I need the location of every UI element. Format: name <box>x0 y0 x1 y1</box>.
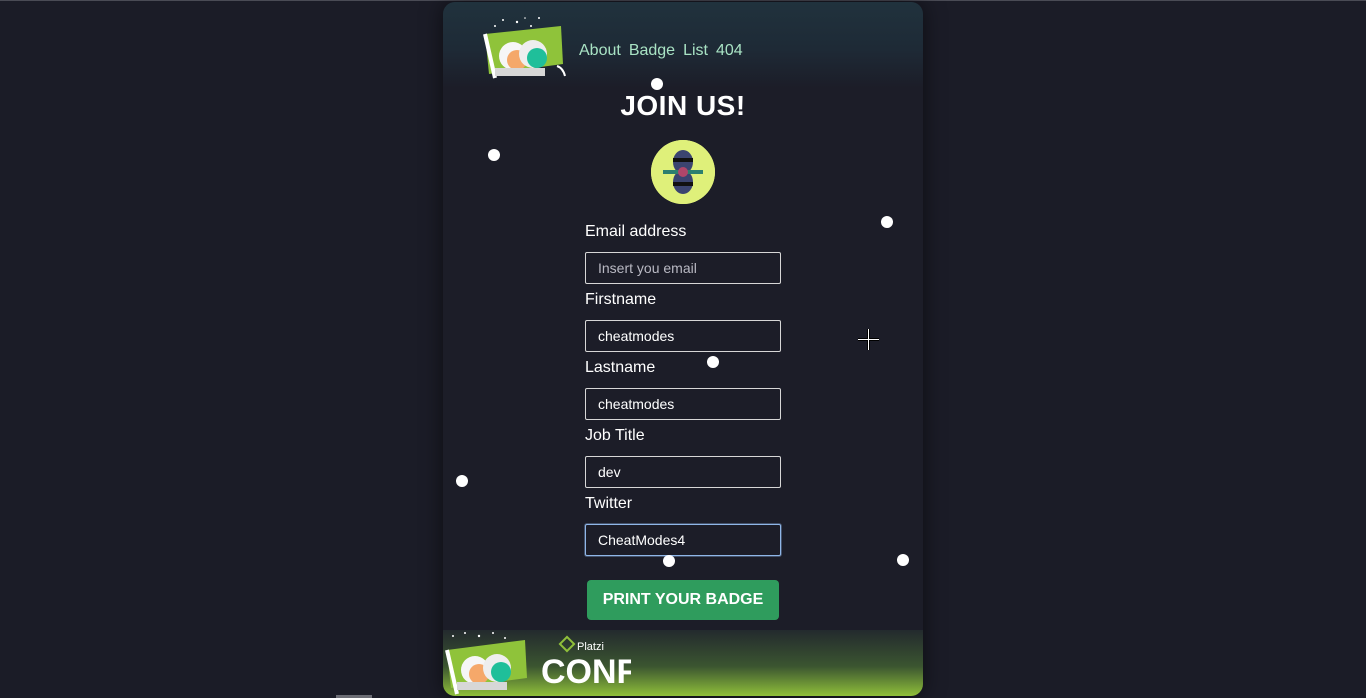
conf-logo-icon <box>445 632 527 695</box>
lastname-label: Lastname <box>585 359 656 376</box>
floating-dot <box>707 356 719 368</box>
footer: Platzi CONF <box>443 630 923 696</box>
nav-link-about[interactable]: About <box>579 42 621 60</box>
floating-dot <box>456 475 468 487</box>
header: About Badge List 404 <box>443 2 923 88</box>
firstname-input[interactable] <box>585 320 781 352</box>
email-label: Email address <box>585 223 687 240</box>
job-title-label: Job Title <box>585 427 645 444</box>
conf-wordmark-text: CONF <box>541 653 631 690</box>
floating-dot <box>663 555 675 567</box>
floating-dot <box>488 149 500 161</box>
floating-dot <box>897 554 909 566</box>
print-badge-button[interactable]: PRINT YOUR BADGE <box>587 580 779 620</box>
floating-dot <box>651 78 663 90</box>
nav-link-badge[interactable]: Badge <box>629 42 675 60</box>
floating-dot <box>881 216 893 228</box>
nav-link-list[interactable]: List <box>683 42 708 60</box>
email-input[interactable] <box>585 252 781 284</box>
page-title: JOIN US! <box>620 90 746 121</box>
crosshair-cursor-icon <box>858 329 879 350</box>
conf-wordmark: CONF <box>541 653 631 690</box>
twitter-input[interactable] <box>585 524 781 556</box>
lastname-input[interactable] <box>585 388 781 420</box>
main-nav: About Badge List 404 <box>579 42 743 60</box>
window-top-border <box>0 0 1366 1</box>
job-title-input[interactable] <box>585 456 781 488</box>
nav-link-404[interactable]: 404 <box>716 42 743 60</box>
twitter-label: Twitter <box>585 495 633 512</box>
firstname-label: Firstname <box>585 291 657 308</box>
conf-logo-icon[interactable] <box>481 16 571 82</box>
badge-card: About Badge List 404 JOIN US! Email addr… <box>443 2 923 696</box>
user-avatar <box>651 140 715 204</box>
